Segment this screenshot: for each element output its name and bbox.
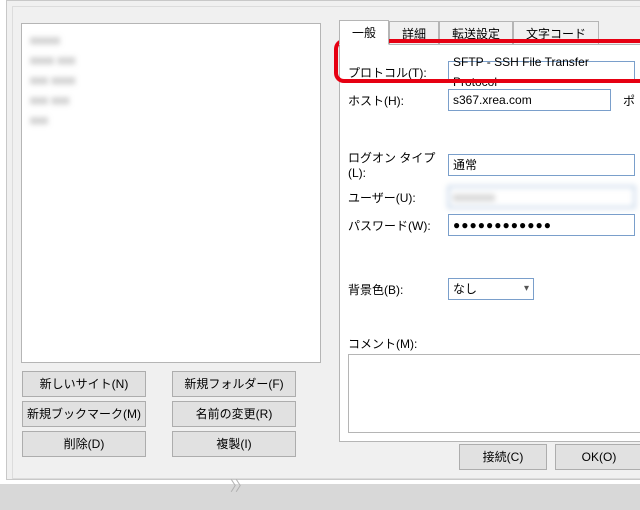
port-label: ポ: [623, 92, 635, 109]
tab-charset[interactable]: 文字コード: [513, 21, 599, 45]
protocol-label: プロトコル(T):: [348, 64, 442, 81]
protocol-row: プロトコル(T): SFTP - SSH File Transfer Proto…: [348, 61, 635, 83]
settings-tabs: 一般 詳細 転送設定 文字コード プロトコル(T): SFTP - SSH Fi…: [339, 21, 640, 442]
chevron-down-icon: ▾: [524, 279, 529, 299]
duplicate-button[interactable]: 複製(I): [172, 431, 296, 457]
spacer: [348, 117, 635, 143]
host-input[interactable]: s367.xrea.com: [448, 89, 611, 111]
password-label: パスワード(W):: [348, 217, 442, 234]
logon-type-row: ログオン タイプ(L): 通常: [348, 149, 635, 180]
ok-button[interactable]: OK(O): [555, 444, 640, 470]
connect-button[interactable]: 接続(C): [459, 444, 547, 470]
logon-type-label: ログオン タイプ(L):: [348, 149, 442, 180]
tab-advanced[interactable]: 詳細: [389, 21, 439, 45]
site-list[interactable]: xxxxxxxxx xxxxxx xxxxxxx xxxxxx: [21, 23, 321, 363]
comment-label: コメント(M):: [348, 335, 640, 352]
tab-transfer[interactable]: 転送設定: [439, 21, 513, 45]
comment-area: コメント(M):: [348, 335, 640, 433]
logon-type-value: 通常: [453, 155, 477, 175]
password-row: パスワード(W): ●●●●●●●●●●●●: [348, 214, 635, 236]
password-input[interactable]: ●●●●●●●●●●●●: [448, 214, 635, 236]
parent-window-bar: [0, 484, 640, 510]
bgcolor-label: 背景色(B):: [348, 281, 442, 298]
delete-button[interactable]: 削除(D): [22, 431, 146, 457]
comment-textarea[interactable]: [348, 354, 640, 433]
tab-strip: 一般 詳細 転送設定 文字コード: [339, 21, 640, 45]
user-label: ユーザー(U):: [348, 189, 442, 206]
rename-button[interactable]: 名前の変更(R): [172, 401, 296, 427]
host-row: ホスト(H): s367.xrea.com ポ: [348, 89, 635, 111]
bgcolor-select[interactable]: なし ▾: [448, 278, 534, 300]
site-action-buttons: 新しいサイト(N)新規フォルダー(F) 新規ブックマーク(M)名前の変更(R) …: [21, 369, 321, 459]
new-site-button[interactable]: 新しいサイト(N): [22, 371, 146, 397]
user-row: ユーザー(U): xxxxxxx: [348, 186, 635, 208]
protocol-select[interactable]: SFTP - SSH File Transfer Protocol: [448, 61, 635, 83]
user-input[interactable]: xxxxxxx: [448, 186, 635, 208]
tab-general[interactable]: 一般: [339, 20, 389, 45]
site-list-items: xxxxxxxxx xxxxxx xxxxxxx xxxxxx: [22, 24, 320, 136]
bgcolor-row: 背景色(B): なし ▾: [348, 278, 635, 300]
spacer: [348, 242, 635, 272]
protocol-value: SFTP - SSH File Transfer Protocol: [453, 52, 630, 92]
host-label: ホスト(H):: [348, 92, 442, 109]
dialog-bottom-bar: 接続(C) OK(O): [458, 442, 640, 472]
tab-general-body: プロトコル(T): SFTP - SSH File Transfer Proto…: [339, 44, 640, 442]
logon-type-select[interactable]: 通常: [448, 154, 635, 176]
dialog-window: xxxxxxxxx xxxxxx xxxxxxx xxxxxx 新しいサイト(N…: [6, 0, 640, 480]
new-bookmark-button[interactable]: 新規ブックマーク(M): [22, 401, 146, 427]
bgcolor-value: なし: [453, 279, 477, 299]
dialog-body: xxxxxxxxx xxxxxx xxxxxxx xxxxxx 新しいサイト(N…: [12, 6, 640, 479]
resize-grip-icon[interactable]: 〉〉: [230, 476, 244, 490]
new-folder-button[interactable]: 新規フォルダー(F): [172, 371, 296, 397]
